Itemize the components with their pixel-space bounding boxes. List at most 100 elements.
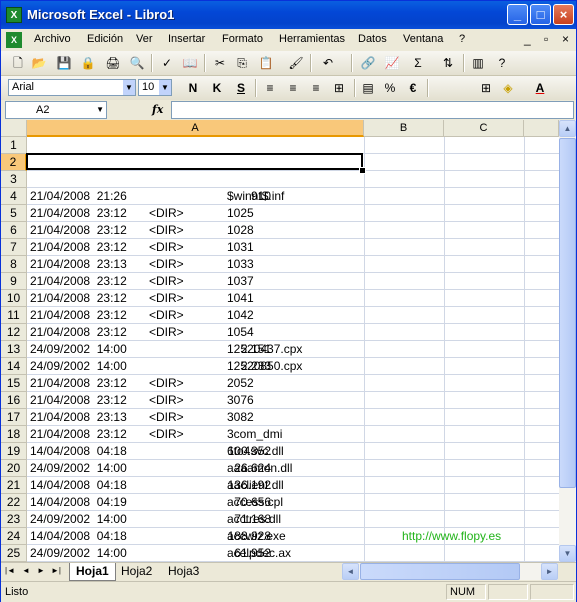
undo-icon[interactable]: ↶ <box>319 54 337 72</box>
table-row[interactable]: 21/04/2008 23:12 <DIR> 1054 <box>27 324 559 341</box>
table-row[interactable]: 14/04/2008 04:18 136.192 aaclient.dll <box>27 477 559 494</box>
menu-archivo[interactable]: Archivo <box>34 33 71 45</box>
menu-formato[interactable]: Formato <box>222 33 263 45</box>
insert-hyperlink-icon[interactable]: 🔗 <box>359 54 377 72</box>
menu-datos[interactable]: Datos <box>358 33 387 45</box>
document-icon[interactable]: X <box>6 32 22 48</box>
table-row[interactable]: 24/09/2002 14:00 2.151 12520437.cpx <box>27 341 559 358</box>
column-header-a[interactable]: A <box>27 120 364 137</box>
save-icon[interactable]: 💾 <box>55 54 73 72</box>
menu-herramientas[interactable]: Herramientas <box>279 33 345 45</box>
scroll-left-icon[interactable]: ◄ <box>342 563 359 580</box>
doc-close-button[interactable]: × <box>562 32 569 46</box>
vertical-scroll-thumb[interactable] <box>559 138 576 488</box>
menu-insertar[interactable]: Insertar <box>168 33 205 45</box>
next-sheet-button[interactable]: ► <box>37 566 45 575</box>
row-header[interactable]: 22 <box>1 494 27 511</box>
table-row[interactable]: 24/09/2002 14:00 61.952 acelpdec.ax <box>27 545 559 562</box>
scroll-right-icon[interactable]: ► <box>541 563 558 580</box>
scroll-up-icon[interactable]: ▲ <box>559 120 576 137</box>
row-header[interactable]: 2 <box>1 154 27 171</box>
tab-hoja3[interactable]: Hoja3 <box>168 563 199 580</box>
insert-function-icon[interactable]: fx <box>152 103 163 116</box>
select-all-button[interactable] <box>1 120 27 137</box>
horizontal-scrollbar[interactable]: ◄ ► <box>342 563 558 580</box>
row-header[interactable]: 3 <box>1 171 27 188</box>
fill-handle[interactable] <box>359 167 366 174</box>
column-header-d[interactable] <box>524 120 559 137</box>
menu-ventana[interactable]: Ventana <box>403 33 443 45</box>
print-preview-icon[interactable]: 🔍 <box>128 54 146 72</box>
first-sheet-button[interactable]: |◄ <box>5 566 15 575</box>
close-button[interactable]: × <box>553 4 574 25</box>
currency-style-icon[interactable]: ▤ <box>359 79 377 97</box>
vertical-scrollbar[interactable]: ▲ ▼ <box>559 120 576 562</box>
align-right-icon[interactable]: ≡ <box>307 79 325 97</box>
table-row[interactable]: 14/04/2008 04:19 70.656 access.cpl <box>27 494 559 511</box>
euro-button[interactable]: € <box>404 79 422 97</box>
table-row[interactable]: 14/04/2008 04:18 100.352 6to4svc.dll <box>27 443 559 460</box>
cut-icon[interactable]: ✂ <box>211 54 229 72</box>
maximize-button[interactable]: □ <box>530 4 551 25</box>
row-header[interactable]: 12 <box>1 324 27 341</box>
table-row[interactable]: 24/09/2002 14:00 26.624 aaaamon.dll <box>27 460 559 477</box>
horizontal-scroll-thumb[interactable] <box>360 563 520 580</box>
row-header[interactable]: 7 <box>1 239 27 256</box>
research-icon[interactable]: 📖 <box>181 54 199 72</box>
table-row[interactable]: 21/04/2008 23:12 <DIR> 2052 <box>27 375 559 392</box>
chart-wizard-icon[interactable]: 📈 <box>383 54 401 72</box>
title-bar[interactable]: X Microsoft Excel - Libro1 _ □ × <box>1 1 576 29</box>
row-header[interactable]: 25 <box>1 545 27 562</box>
underline-button[interactable]: S <box>232 79 250 97</box>
open-icon[interactable]: 📂 <box>30 54 48 72</box>
active-cell-a2[interactable] <box>26 153 363 170</box>
new-icon[interactable]: 🗋 <box>9 54 27 72</box>
align-left-icon[interactable]: ≡ <box>261 79 279 97</box>
menu-help[interactable]: ? <box>459 33 465 45</box>
bold-button[interactable]: N <box>184 79 202 97</box>
row-header[interactable]: 13 <box>1 341 27 358</box>
table-row[interactable]: 21/04/2008 23:12 <DIR> 1037 <box>27 273 559 290</box>
column-header-c[interactable]: C <box>444 120 524 137</box>
spelling-icon[interactable]: ✓ <box>158 54 176 72</box>
row-header[interactable]: 14 <box>1 358 27 375</box>
row-header[interactable]: 10 <box>1 290 27 307</box>
row-header[interactable]: 1 <box>1 137 27 154</box>
font-color-icon[interactable]: A <box>531 79 549 97</box>
row-header[interactable]: 4 <box>1 188 27 205</box>
italic-button[interactable]: K <box>208 79 226 97</box>
format-painter-icon[interactable]: 🖌 <box>287 54 305 72</box>
row-header[interactable]: 8 <box>1 256 27 273</box>
table-row[interactable]: 21/04/2008 23:12 <DIR> 1025 <box>27 205 559 222</box>
doc-restore-button[interactable]: ▫ <box>544 32 548 46</box>
row-header[interactable]: 9 <box>1 273 27 290</box>
name-box[interactable]: A2 ▼ <box>5 101 107 119</box>
row-header[interactable]: 20 <box>1 460 27 477</box>
table-row[interactable]: 24/09/2002 14:00 2.233 12520850.cpx <box>27 358 559 375</box>
prev-sheet-button[interactable]: ◄ <box>22 566 30 575</box>
fill-color-icon[interactable]: ◈ <box>499 79 517 97</box>
table-row[interactable]: 21/04/2008 23:12 <DIR> 1031 <box>27 239 559 256</box>
table-row[interactable]: 21/04/2008 23:13 <DIR> 1033 <box>27 256 559 273</box>
row-header[interactable]: 6 <box>1 222 27 239</box>
table-row[interactable] <box>27 171 559 188</box>
scroll-down-icon[interactable]: ▼ <box>559 545 576 562</box>
menu-edicion[interactable]: Edición <box>87 33 123 45</box>
row-header[interactable]: 17 <box>1 409 27 426</box>
permission-icon[interactable]: 🔒 <box>79 54 97 72</box>
row-header[interactable]: 21 <box>1 477 27 494</box>
sort-ascending-icon[interactable]: ⇅ <box>439 54 457 72</box>
table-row[interactable]: 21/04/2008 23:12 <DIR> 1041 <box>27 290 559 307</box>
formula-input[interactable] <box>171 101 574 119</box>
font-size-combo[interactable]: 10 ▼ <box>138 79 172 96</box>
row-header[interactable]: 11 <box>1 307 27 324</box>
chevron-down-icon[interactable]: ▼ <box>96 102 104 118</box>
table-row[interactable]: 21/04/2008 23:12 <DIR> 3com_dmi <box>27 426 559 443</box>
table-row[interactable]: 21/04/2008 23:12 <DIR> 1028 <box>27 222 559 239</box>
table-row[interactable]: 21/04/2008 23:12 <DIR> 1042 <box>27 307 559 324</box>
borders-icon[interactable]: ⊞ <box>477 79 495 97</box>
align-center-icon[interactable]: ≡ <box>284 79 302 97</box>
column-header-b[interactable]: B <box>364 120 444 137</box>
print-icon[interactable]: 🖨 <box>104 54 122 72</box>
paste-icon[interactable]: 📋 <box>257 54 275 72</box>
